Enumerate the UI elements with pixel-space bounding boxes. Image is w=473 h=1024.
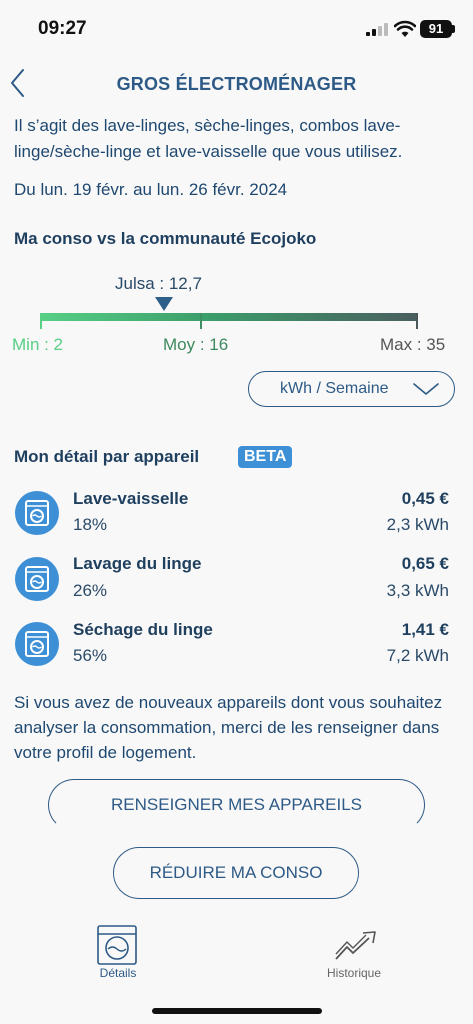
gauge-max-label: Max : 35 bbox=[380, 335, 446, 354]
beta-badge: BETA bbox=[238, 446, 293, 468]
appliance-percent: 26% bbox=[73, 581, 108, 600]
user-marker-icon bbox=[155, 297, 173, 311]
reduce-consumption-button[interactable]: RÉDUIRE MA CONSO bbox=[113, 847, 359, 899]
gauge-avg-label: Moy : 16 bbox=[163, 335, 229, 354]
appliance-name: Séchage du linge bbox=[73, 620, 213, 639]
gauge-tick-max bbox=[416, 313, 418, 329]
info-text: Si vous avez de nouveaux appareils dont … bbox=[14, 693, 443, 762]
unit-selector-label: kWh / Semaine bbox=[280, 380, 389, 397]
trend-chart-icon[interactable] bbox=[333, 930, 379, 962]
page-title: GROS ÉLECTROMÉNAGER bbox=[116, 74, 357, 94]
appliance-detail-title: Mon détail par appareil bbox=[14, 447, 200, 466]
appliance-percent: 56% bbox=[73, 646, 108, 665]
appliance-energy: 2,3 kWh bbox=[386, 515, 449, 534]
appliance-name: Lave-vaisselle bbox=[73, 489, 189, 508]
gauge-tick-min bbox=[40, 313, 42, 329]
appliance-percent: 18% bbox=[73, 515, 108, 534]
user-value-label: Julsa : 12,7 bbox=[115, 274, 202, 293]
appliance-name: Lavage du linge bbox=[73, 554, 202, 573]
cellular-signal-icon bbox=[366, 22, 388, 36]
unit-selector[interactable]: kWh / Semaine bbox=[248, 371, 455, 407]
period-label: Du lun. 19 févr. au lun. 26 févr. 2024 bbox=[14, 180, 288, 199]
category-description: Il s’agit des lave-linges, sèche-linges,… bbox=[14, 116, 403, 161]
washing-machine-icon bbox=[15, 491, 59, 535]
appliance-energy: 3,3 kWh bbox=[386, 581, 449, 600]
washing-machine-icon bbox=[15, 557, 59, 601]
washing-machine-icon[interactable] bbox=[96, 924, 138, 966]
gauge-min-label: Min : 2 bbox=[12, 335, 64, 354]
washing-machine-icon bbox=[15, 622, 59, 666]
appliance-energy: 7,2 kWh bbox=[386, 646, 449, 665]
appliance-cost: 0,65 € bbox=[401, 554, 449, 573]
tab-details[interactable]: Détails bbox=[96, 966, 140, 980]
battery-tip bbox=[452, 25, 455, 33]
home-indicator[interactable] bbox=[152, 1008, 322, 1014]
tab-history[interactable]: Historique bbox=[318, 966, 390, 980]
declare-appliances-button[interactable]: RENSEIGNER MES APPAREILS bbox=[48, 779, 425, 831]
appliance-cost: 1,41 € bbox=[401, 620, 449, 639]
gauge-tick-avg bbox=[200, 313, 202, 329]
comparison-title: Ma conso vs la communauté Ecojoko bbox=[14, 229, 317, 248]
chevron-down-icon bbox=[413, 383, 439, 395]
appliance-cost: 0,45 € bbox=[401, 489, 449, 508]
wifi-icon bbox=[394, 20, 416, 37]
status-time: 09:27 bbox=[38, 18, 87, 39]
comparison-gauge-bar bbox=[40, 313, 418, 321]
battery-level: 91 bbox=[420, 20, 452, 38]
